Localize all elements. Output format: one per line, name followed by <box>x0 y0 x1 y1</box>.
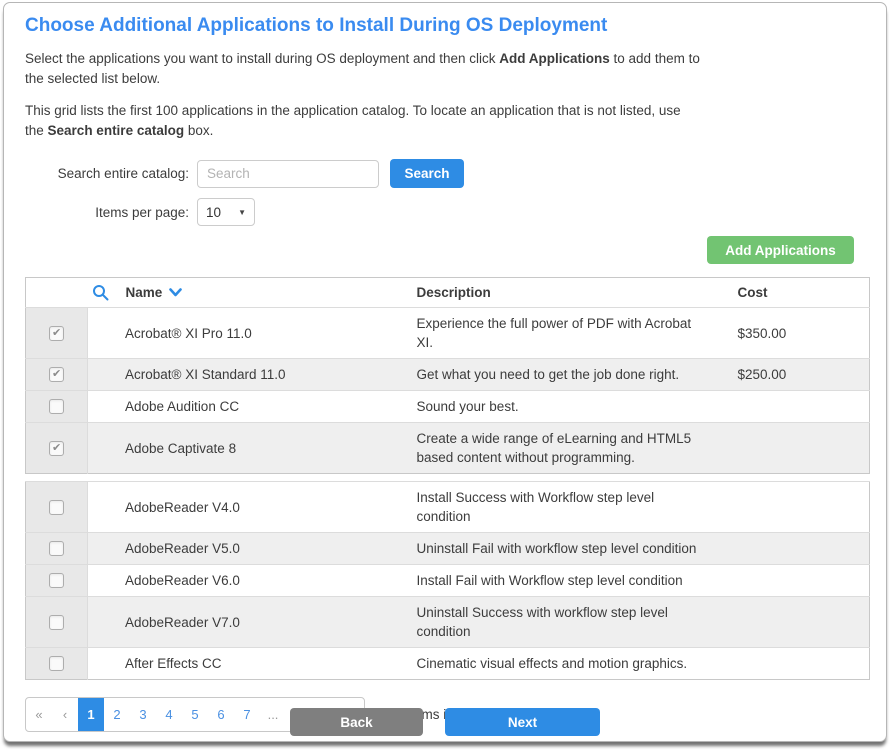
name-column-header[interactable]: Name <box>88 278 407 308</box>
next-button[interactable]: Next <box>445 708 600 736</box>
row-checkbox[interactable] <box>49 399 64 414</box>
search-input[interactable] <box>197 160 379 188</box>
items-per-page-value: 10 <box>206 205 221 220</box>
table-row[interactable]: AdobeReader V6.0 Install Fail with Workf… <box>26 565 870 597</box>
app-name: AdobeReader V5.0 <box>88 533 407 565</box>
intro-paragraph-2: This grid lists the first 100 applicatio… <box>25 101 700 141</box>
row-checkbox[interactable] <box>49 615 64 630</box>
app-name: Adobe Captivate 8 <box>88 423 407 474</box>
table-row[interactable]: Adobe Audition CC Sound your best. <box>26 391 870 423</box>
items-per-page-select[interactable]: 10 ▼ <box>197 198 255 226</box>
app-description: Sound your best. <box>407 391 724 423</box>
app-description: Install Fail with Workflow step level co… <box>407 565 724 597</box>
table-row[interactable]: Adobe Captivate 8 Create a wide range of… <box>26 423 870 474</box>
table-header-row: Name Description Cost <box>26 278 870 308</box>
app-name: After Effects CC <box>88 648 407 680</box>
back-button[interactable]: Back <box>290 708 423 736</box>
cost-column-header[interactable]: Cost <box>724 278 870 308</box>
app-description: Uninstall Success with workflow step lev… <box>407 597 724 648</box>
row-checkbox[interactable] <box>49 541 64 556</box>
app-name: Acrobat® XI Standard 11.0 <box>88 359 407 391</box>
app-description: Experience the full power of PDF with Ac… <box>407 308 724 359</box>
app-description: Cinematic visual effects and motion grap… <box>407 648 724 680</box>
app-name: AdobeReader V6.0 <box>88 565 407 597</box>
description-column-header[interactable]: Description <box>407 278 724 308</box>
items-per-page-label: Items per page: <box>25 205 197 220</box>
row-checkbox[interactable] <box>49 367 64 382</box>
row-checkbox[interactable] <box>49 656 64 671</box>
search-icon[interactable] <box>92 284 109 301</box>
app-description: Uninstall Fail with workflow step level … <box>407 533 724 565</box>
app-description: Create a wide range of eLearning and HTM… <box>407 423 724 474</box>
app-description: Get what you need to get the job done ri… <box>407 359 724 391</box>
row-checkbox[interactable] <box>49 573 64 588</box>
intro-paragraph-1: Select the applications you want to inst… <box>25 49 700 89</box>
app-cost <box>724 648 870 680</box>
app-name: AdobeReader V4.0 <box>88 482 407 533</box>
table-row[interactable]: After Effects CC Cinematic visual effect… <box>26 648 870 680</box>
app-cost <box>724 391 870 423</box>
row-checkbox[interactable] <box>49 500 64 515</box>
row-checkbox[interactable] <box>49 441 64 456</box>
app-cost <box>724 482 870 533</box>
page-title: Choose Additional Applications to Instal… <box>25 15 865 37</box>
app-name: Adobe Audition CC <box>88 391 407 423</box>
app-cost: $350.00 <box>724 308 870 359</box>
app-cost <box>724 565 870 597</box>
app-name: AdobeReader V7.0 <box>88 597 407 648</box>
search-catalog-label: Search entire catalog: <box>25 166 197 181</box>
app-cost: $250.00 <box>724 359 870 391</box>
add-applications-button[interactable]: Add Applications <box>707 236 854 264</box>
search-button[interactable]: Search <box>390 159 464 188</box>
app-name: Acrobat® XI Pro 11.0 <box>88 308 407 359</box>
applications-table-continued: AdobeReader V4.0 Install Success with Wo… <box>25 481 870 680</box>
app-cost <box>724 533 870 565</box>
checkbox-column-header <box>26 278 88 308</box>
app-cost <box>724 423 870 474</box>
sort-descending-icon <box>169 288 182 297</box>
table-row[interactable]: Acrobat® XI Standard 11.0 Get what you n… <box>26 359 870 391</box>
app-cost <box>724 597 870 648</box>
table-row[interactable]: AdobeReader V7.0 Uninstall Success with … <box>26 597 870 648</box>
table-row[interactable]: Acrobat® XI Pro 11.0 Experience the full… <box>26 308 870 359</box>
table-row[interactable]: AdobeReader V4.0 Install Success with Wo… <box>26 482 870 533</box>
applications-table: Name Description Cost Acrobat® XI Pro 11… <box>25 277 870 474</box>
chevron-down-icon: ▼ <box>238 208 246 217</box>
table-row[interactable]: AdobeReader V5.0 Uninstall Fail with wor… <box>26 533 870 565</box>
row-checkbox[interactable] <box>49 326 64 341</box>
app-description: Install Success with Workflow step level… <box>407 482 724 533</box>
dialog-window: Choose Additional Applications to Instal… <box>3 2 887 742</box>
